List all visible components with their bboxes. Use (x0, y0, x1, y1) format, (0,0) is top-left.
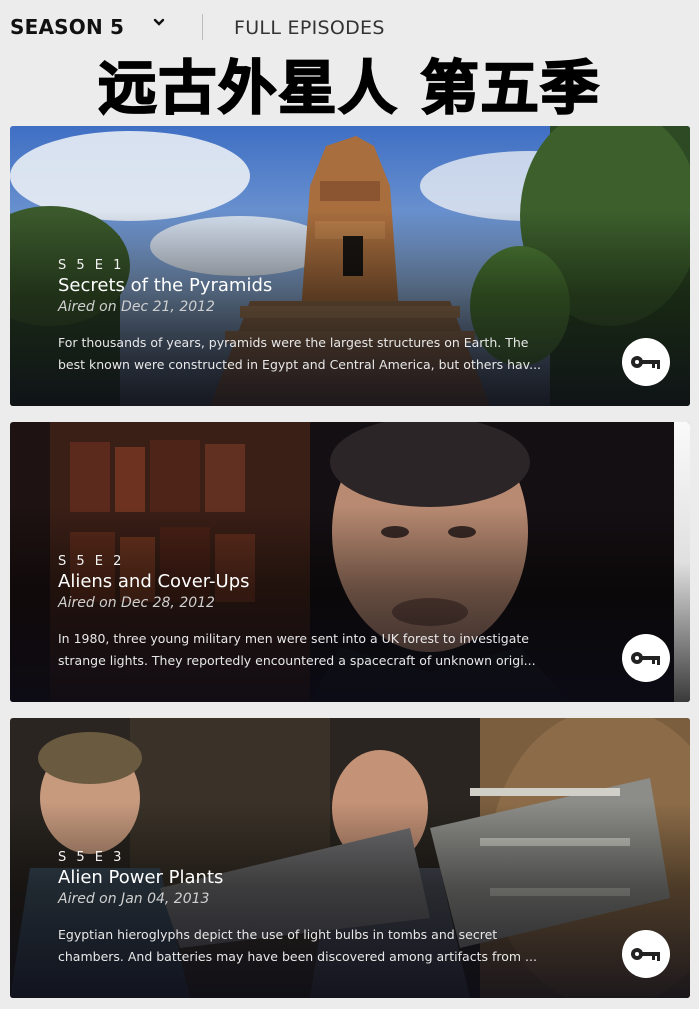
season-banner: 远古外星人 第五季 (0, 52, 699, 124)
episode-air-date: Aired on Jan 04, 2013 (58, 891, 210, 907)
key-icon (631, 356, 660, 369)
episode-title[interactable]: Secrets of the Pyramids (58, 275, 568, 296)
episode-card[interactable]: S 5 E 2 Aliens and Cover-Ups Aired on De… (10, 422, 690, 702)
episode-code: S 5 E 3 (58, 850, 125, 865)
episode-description-line: strange lights. They reportedly encounte… (58, 653, 536, 668)
episode-description-line: In 1980, three young military men were s… (58, 631, 529, 646)
unlock-episode-button[interactable] (622, 338, 670, 386)
episode-info: S 5 E 1 Secrets of the Pyramids Aired on… (58, 258, 568, 376)
episode-title[interactable]: Alien Power Plants (58, 867, 568, 888)
key-icon (631, 948, 660, 961)
scrollbar-track[interactable] (674, 422, 690, 702)
episode-title[interactable]: Aliens and Cover-Ups (58, 571, 568, 592)
episode-description-line: Egyptian hieroglyphs depict the use of l… (58, 927, 498, 942)
episode-description-line: For thousands of years, pyramids were th… (58, 335, 529, 350)
episode-code: S 5 E 1 (58, 258, 125, 273)
header-divider (202, 14, 203, 40)
season-header: SEASON 5 FULL EPISODES (0, 0, 699, 56)
episode-code: S 5 E 2 (58, 554, 125, 569)
episode-description: Egyptian hieroglyphs depict the use of l… (58, 924, 568, 968)
episode-description-line: best known were constructed in Egypt and… (58, 357, 542, 372)
episode-info: S 5 E 2 Aliens and Cover-Ups Aired on De… (58, 554, 568, 672)
episode-description-line: chambers. And batteries may have been di… (58, 949, 537, 964)
unlock-episode-button[interactable] (622, 930, 670, 978)
episode-info: S 5 E 3 Alien Power Plants Aired on Jan … (58, 850, 568, 968)
episode-air-date: Aired on Dec 21, 2012 (58, 299, 215, 315)
banner-title: 远古外星人 第五季 (97, 53, 601, 123)
episode-air-date: Aired on Dec 28, 2012 (58, 595, 215, 611)
key-icon (631, 652, 660, 665)
season-selector-label[interactable]: SEASON 5 (10, 15, 124, 39)
episode-description: For thousands of years, pyramids were th… (58, 332, 568, 376)
episode-description: In 1980, three young military men were s… (58, 628, 568, 672)
episode-card[interactable]: S 5 E 1 Secrets of the Pyramids Aired on… (10, 126, 690, 406)
episode-card[interactable]: S 5 E 3 Alien Power Plants Aired on Jan … (10, 718, 690, 998)
chevron-down-icon[interactable] (152, 16, 166, 28)
full-episodes-tab[interactable]: FULL EPISODES (234, 17, 385, 39)
unlock-episode-button[interactable] (622, 634, 670, 682)
